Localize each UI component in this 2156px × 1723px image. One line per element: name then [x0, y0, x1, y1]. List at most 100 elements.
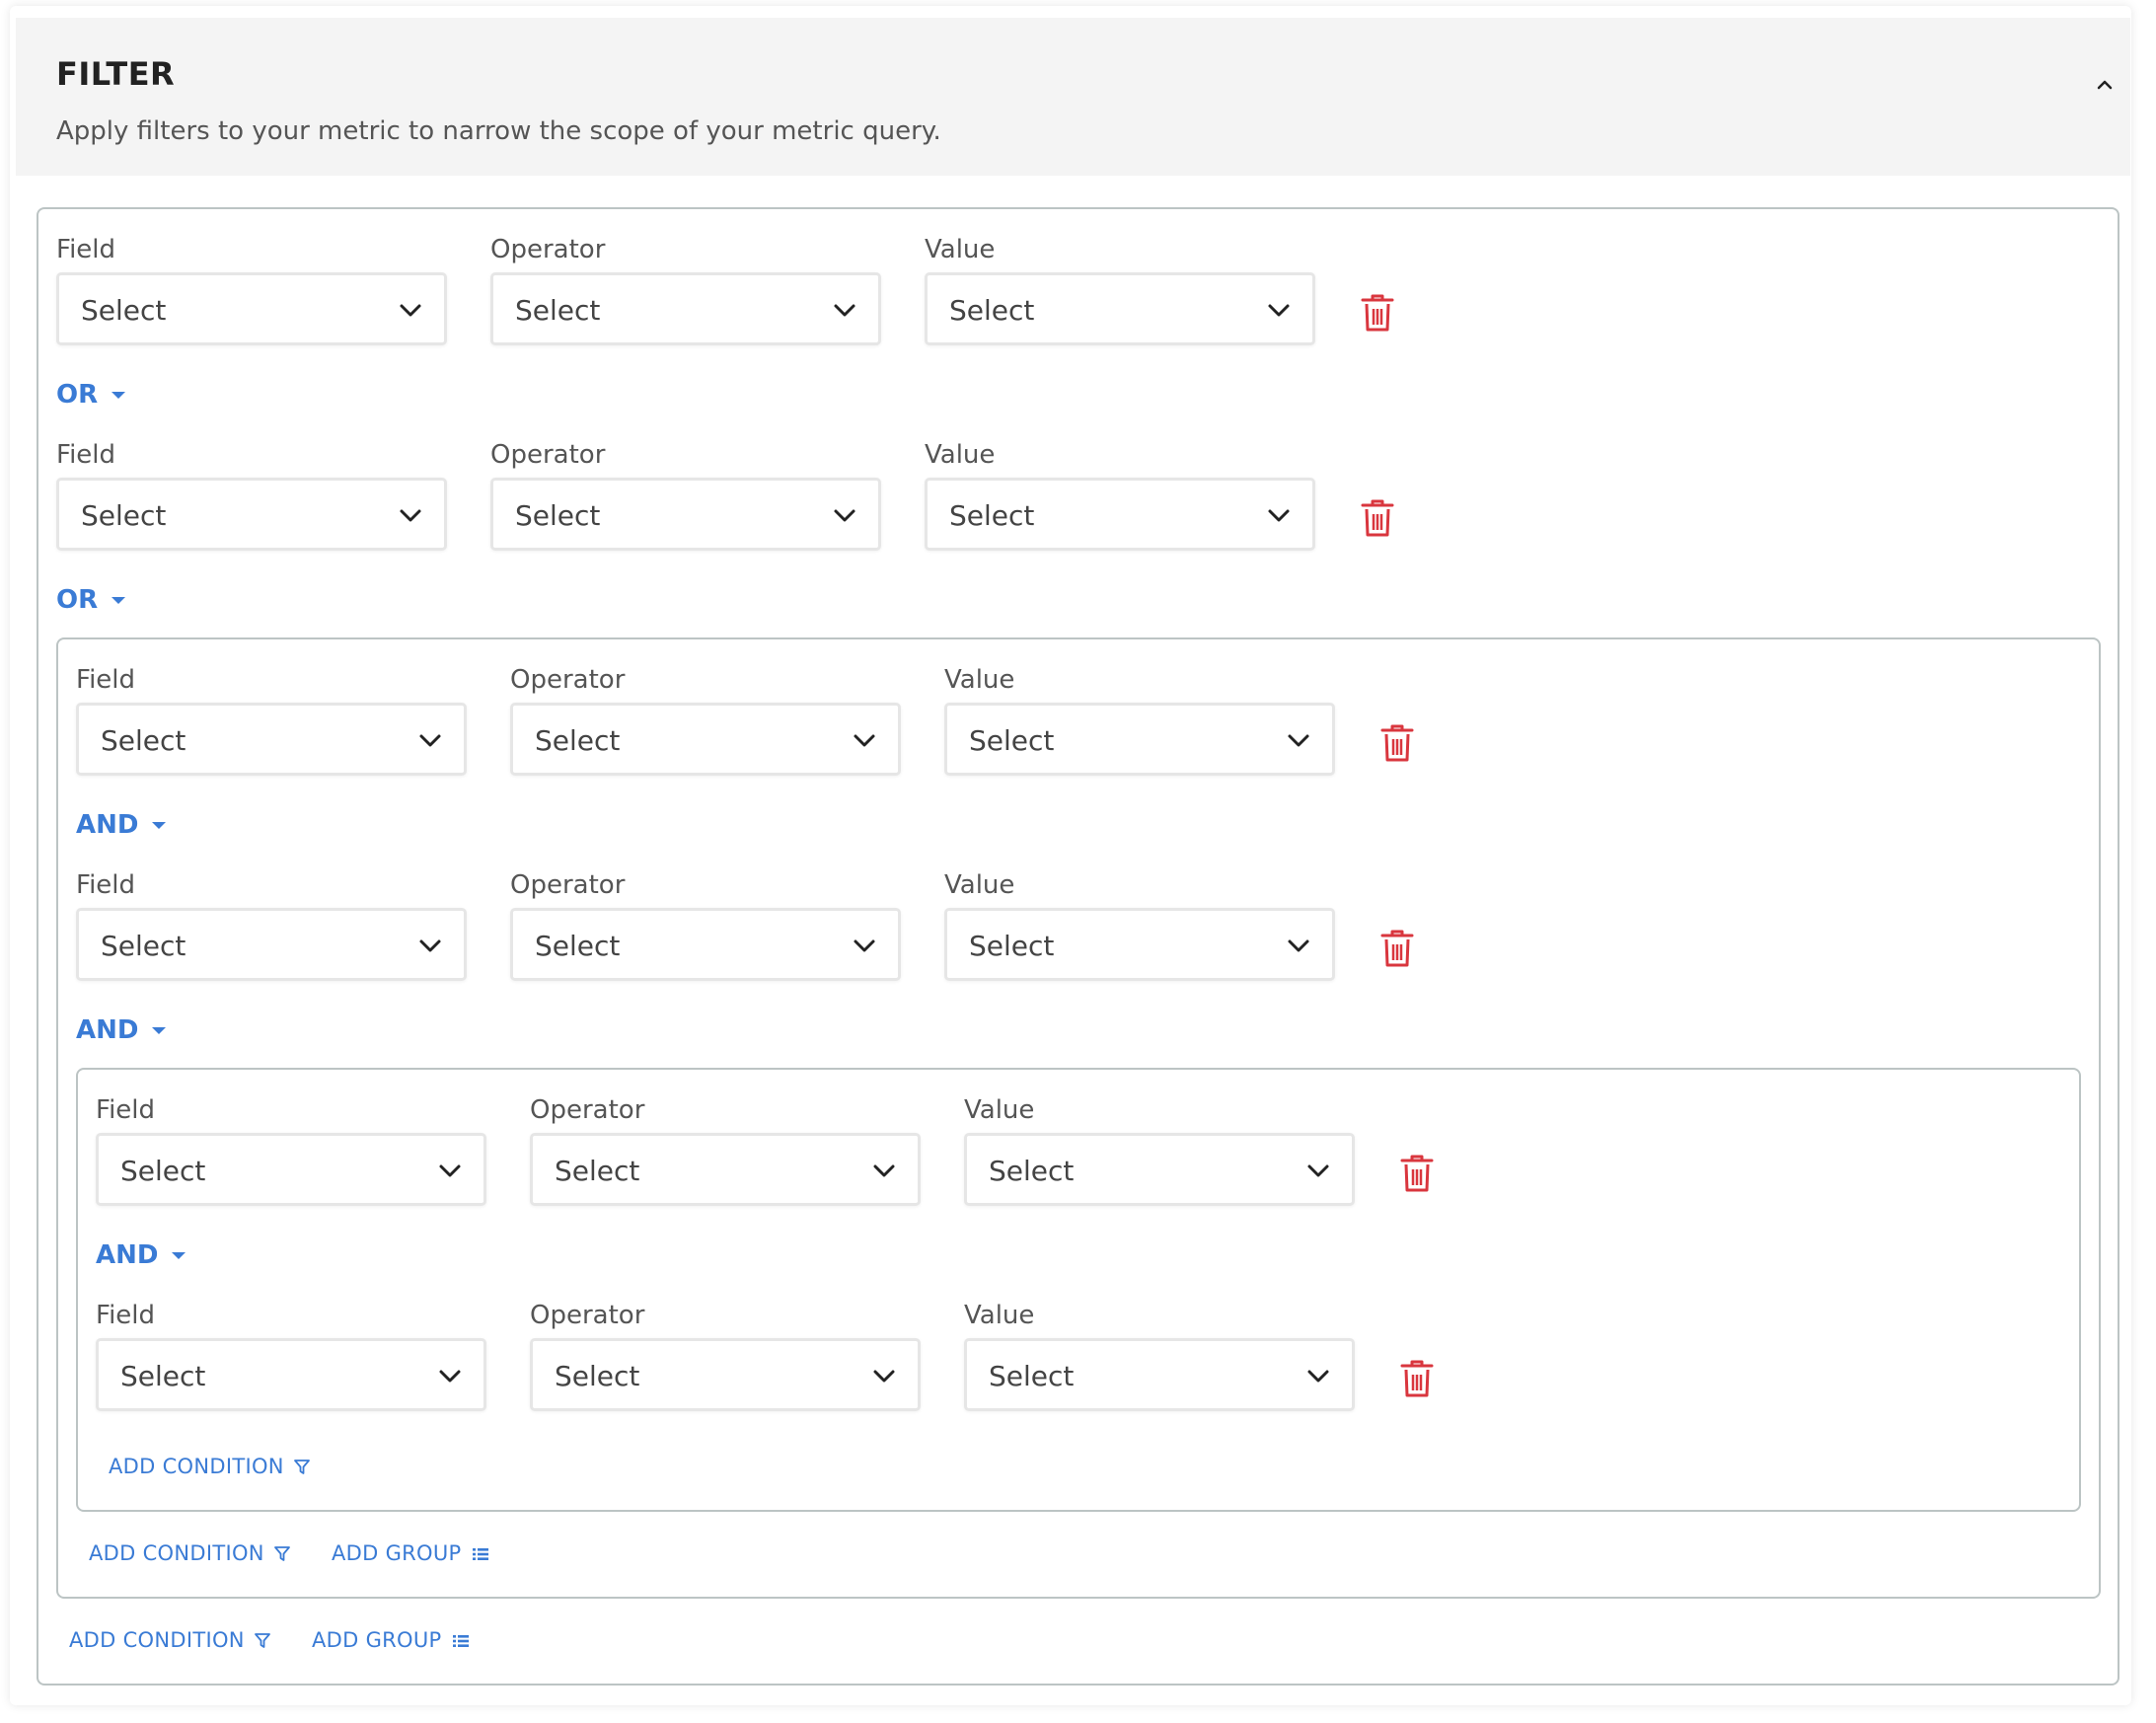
trash-icon[interactable] — [1399, 1359, 1435, 1398]
field-select-value: Select — [81, 294, 167, 327]
add-group-button[interactable]: ADD GROUP — [312, 1628, 470, 1652]
operator-select[interactable]: Select — [490, 478, 881, 551]
conjunction-label: AND — [96, 1240, 159, 1270]
caret-down-icon — [152, 1027, 167, 1034]
field-select-value: Select — [101, 930, 186, 962]
operator-label: Operator — [510, 665, 626, 695]
conjunction-dropdown[interactable]: AND — [76, 810, 167, 840]
filter-header: FILTER Apply filters to your metric to n… — [16, 18, 2130, 176]
add-condition-label: ADD CONDITION — [89, 1541, 264, 1565]
operator-label: Operator — [530, 1095, 645, 1125]
trash-icon[interactable] — [1399, 1154, 1435, 1193]
operator-select[interactable]: Select — [490, 272, 881, 345]
conjunction-dropdown[interactable]: AND — [96, 1240, 186, 1270]
chevron-down-icon — [854, 939, 875, 952]
value-select[interactable]: Select — [964, 1338, 1355, 1411]
trash-icon[interactable] — [1379, 929, 1415, 968]
operator-select[interactable]: Select — [530, 1338, 921, 1411]
add-condition-button[interactable]: ADD CONDITION — [109, 1455, 310, 1478]
list-icon — [452, 1635, 469, 1647]
add-group-label: ADD GROUP — [332, 1541, 462, 1565]
operator-select[interactable]: Select — [530, 1133, 921, 1206]
list-icon — [472, 1548, 488, 1560]
value-select[interactable]: Select — [944, 908, 1335, 981]
chevron-down-icon — [419, 939, 441, 952]
field-label: Field — [76, 665, 136, 695]
value-label: Value — [964, 1301, 1035, 1330]
chevron-down-icon — [1268, 509, 1290, 522]
chevron-down-icon — [419, 734, 441, 747]
value-label: Value — [944, 870, 1015, 900]
filter-icon — [293, 1460, 310, 1474]
field-select-value: Select — [81, 499, 167, 532]
caret-down-icon — [112, 392, 126, 399]
operator-select-value: Select — [535, 930, 621, 962]
operator-select-value: Select — [555, 1360, 640, 1392]
value-select-value: Select — [949, 499, 1035, 532]
field-select[interactable]: Select — [56, 272, 447, 345]
field-select-value: Select — [120, 1155, 206, 1187]
chevron-down-icon — [834, 304, 855, 317]
add-group-button[interactable]: ADD GROUP — [332, 1541, 489, 1565]
conjunction-dropdown[interactable]: OR — [56, 585, 126, 615]
field-label: Field — [56, 440, 116, 470]
add-condition-label: ADD CONDITION — [69, 1628, 245, 1652]
add-group-label: ADD GROUP — [312, 1628, 442, 1652]
field-select[interactable]: Select — [96, 1338, 486, 1411]
field-select[interactable]: Select — [76, 703, 467, 776]
chevron-down-icon — [1307, 1370, 1329, 1383]
field-select[interactable]: Select — [96, 1133, 486, 1206]
value-select[interactable]: Select — [925, 272, 1315, 345]
chevron-down-icon — [873, 1370, 895, 1383]
chevron-up-icon — [2097, 80, 2113, 90]
add-condition-button[interactable]: ADD CONDITION — [89, 1541, 290, 1565]
collapse-button[interactable] — [2090, 69, 2119, 99]
trash-icon[interactable] — [1360, 498, 1395, 538]
conjunction-dropdown[interactable]: AND — [76, 1015, 167, 1045]
chevron-down-icon — [400, 304, 421, 317]
value-select-value: Select — [969, 930, 1055, 962]
value-select-value: Select — [989, 1360, 1075, 1392]
filter-icon — [254, 1633, 270, 1648]
conjunction-dropdown[interactable]: OR — [56, 380, 126, 410]
field-label: Field — [76, 870, 136, 900]
operator-select-value: Select — [515, 499, 601, 532]
field-select[interactable]: Select — [76, 908, 467, 981]
value-label: Value — [944, 665, 1015, 695]
operator-select-value: Select — [535, 724, 621, 757]
chevron-down-icon — [439, 1370, 461, 1383]
field-label: Field — [96, 1095, 156, 1125]
value-label: Value — [964, 1095, 1035, 1125]
chevron-down-icon — [1288, 939, 1309, 952]
trash-icon[interactable] — [1379, 723, 1415, 763]
trash-icon[interactable] — [1360, 293, 1395, 333]
field-select[interactable]: Select — [56, 478, 447, 551]
add-condition-label: ADD CONDITION — [109, 1455, 284, 1478]
operator-select-value: Select — [555, 1155, 640, 1187]
chevron-down-icon — [1307, 1164, 1329, 1177]
field-label: Field — [56, 235, 116, 264]
conjunction-label: AND — [76, 1015, 139, 1045]
add-condition-button[interactable]: ADD CONDITION — [69, 1628, 270, 1652]
value-select[interactable]: Select — [944, 703, 1335, 776]
value-select[interactable]: Select — [925, 478, 1315, 551]
value-select[interactable]: Select — [964, 1133, 1355, 1206]
operator-label: Operator — [490, 440, 606, 470]
conjunction-label: OR — [56, 380, 99, 410]
value-select-value: Select — [969, 724, 1055, 757]
conjunction-label: OR — [56, 585, 99, 615]
value-select-value: Select — [949, 294, 1035, 327]
value-label: Value — [925, 440, 996, 470]
chevron-down-icon — [1288, 734, 1309, 747]
chevron-down-icon — [854, 734, 875, 747]
chevron-down-icon — [834, 509, 855, 522]
caret-down-icon — [112, 597, 126, 604]
operator-label: Operator — [530, 1301, 645, 1330]
filter-icon — [273, 1546, 290, 1561]
operator-select-value: Select — [515, 294, 601, 327]
operator-select[interactable]: Select — [510, 703, 901, 776]
operator-select[interactable]: Select — [510, 908, 901, 981]
operator-label: Operator — [510, 870, 626, 900]
caret-down-icon — [172, 1252, 186, 1259]
chevron-down-icon — [439, 1164, 461, 1177]
